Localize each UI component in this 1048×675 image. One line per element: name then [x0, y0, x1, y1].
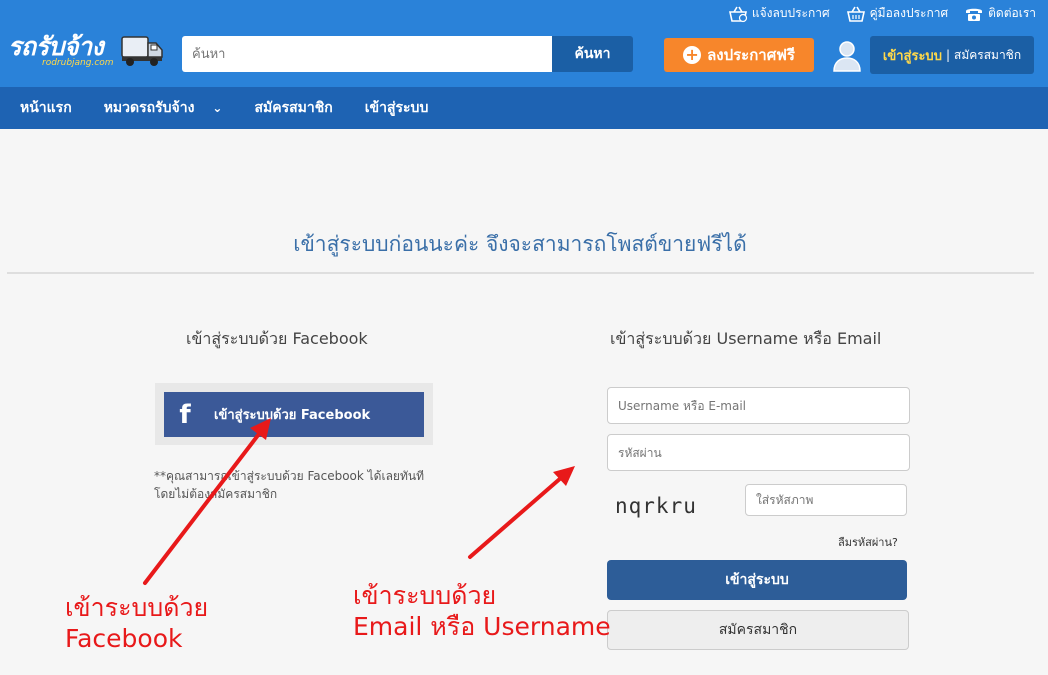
captcha-image: nqrkru	[615, 494, 697, 518]
truck-icon	[121, 36, 163, 66]
nav-login-label: เข้าสู่ระบบ	[364, 100, 429, 116]
annotation-facebook-line2: Facebook	[65, 624, 183, 653]
facebook-note: **คุณสามารถเข้าสู่ระบบด้วย Facebook ได้เ…	[154, 469, 424, 501]
post-free-label: ลงประกาศฟรี	[707, 46, 795, 64]
account-separator: |	[945, 48, 950, 62]
annotation-email: เข้าระบบด้วย Email หรือ Username	[353, 580, 611, 642]
top-links: แจ้งลบประกาศ คู่มือลงประกาศ ติดต่อเรา	[728, 4, 1036, 23]
annotation-email-line1: เข้าระบบด้วย	[353, 581, 497, 610]
guide-label: คู่มือลงประกาศ	[869, 6, 949, 20]
header-login-link[interactable]: เข้าสู่ระบบ	[883, 45, 942, 66]
register-button[interactable]: สมัครสมาชิก	[607, 610, 909, 650]
header-register-link[interactable]: สมัครสมาชิก	[954, 46, 1021, 65]
contact-label: ติดต่อเรา	[988, 6, 1036, 20]
annotation-facebook-line1: เข้าระบบด้วย	[65, 593, 209, 622]
username-field[interactable]	[607, 387, 910, 424]
captcha-field[interactable]	[745, 484, 907, 516]
facebook-icon: f	[179, 399, 191, 430]
phone-icon	[966, 8, 983, 21]
site-header: แจ้งลบประกาศ คู่มือลงประกาศ ติดต่อเรา รถ…	[0, 0, 1048, 87]
contact-link[interactable]: ติดต่อเรา	[964, 4, 1036, 23]
chevron-down-icon: ⌄	[212, 101, 223, 115]
main-nav: หน้าแรก หมวดรถรับจ้าง ⌄ สมัครสมาชิก เข้า…	[0, 87, 1048, 129]
nav-home-label: หน้าแรก	[20, 100, 72, 116]
forgot-password-link[interactable]: ลืมรหัสผ่าน?	[838, 533, 898, 551]
arrow-to-facebook	[143, 428, 264, 585]
site-logo[interactable]: รถรับจ้าง rodrubjang.com	[8, 34, 163, 74]
nav-categories[interactable]: หมวดรถรับจ้าง ⌄	[88, 97, 239, 119]
report-delete-label: แจ้งลบประกาศ	[751, 6, 830, 20]
account-box: เข้าสู่ระบบ | สมัครสมาชิก	[870, 36, 1034, 74]
guide-link[interactable]: คู่มือลงประกาศ	[846, 4, 949, 23]
logo-subtext: rodrubjang.com	[42, 58, 114, 68]
facebook-heading: เข้าสู่ระบบด้วย Facebook	[186, 329, 368, 348]
arrow-to-email-form	[468, 475, 564, 559]
arrow-head-email-form	[553, 466, 575, 486]
report-delete-link[interactable]: แจ้งลบประกาศ	[728, 4, 830, 23]
login-button[interactable]: เข้าสู่ระบบ	[607, 560, 907, 600]
plus-icon: +	[683, 46, 702, 64]
facebook-login-label: เข้าสู่ระบบด้วย Facebook	[214, 408, 371, 423]
post-free-button[interactable]: + ลงประกาศฟรี	[664, 38, 814, 72]
password-field[interactable]	[607, 434, 910, 471]
nav-login[interactable]: เข้าสู่ระบบ	[349, 97, 445, 119]
user-icon	[833, 41, 861, 72]
title-divider	[7, 272, 1034, 274]
facebook-login-button[interactable]: f เข้าสู่ระบบด้วย Facebook	[164, 392, 424, 437]
annotation-facebook: เข้าระบบด้วย Facebook	[65, 592, 208, 654]
nav-register-label: สมัครสมาชิก	[254, 100, 333, 116]
nav-home[interactable]: หน้าแรก	[0, 97, 88, 119]
credentials-heading: เข้าสู่ระบบด้วย Username หรือ Email	[610, 329, 882, 348]
search-button[interactable]: ค้นหา	[552, 36, 633, 72]
nav-categories-label: หมวดรถรับจ้าง	[103, 100, 195, 116]
page-title: เข้าสู่ระบบก่อนนะค่ะ จึงจะสามารถโพสต์ขาย…	[293, 232, 747, 256]
search-input[interactable]	[182, 36, 552, 72]
basket-icon	[846, 6, 865, 22]
annotation-email-line2: Email หรือ Username	[353, 612, 611, 641]
basket-remove-icon	[728, 6, 747, 22]
nav-register[interactable]: สมัครสมาชิก	[238, 97, 348, 119]
